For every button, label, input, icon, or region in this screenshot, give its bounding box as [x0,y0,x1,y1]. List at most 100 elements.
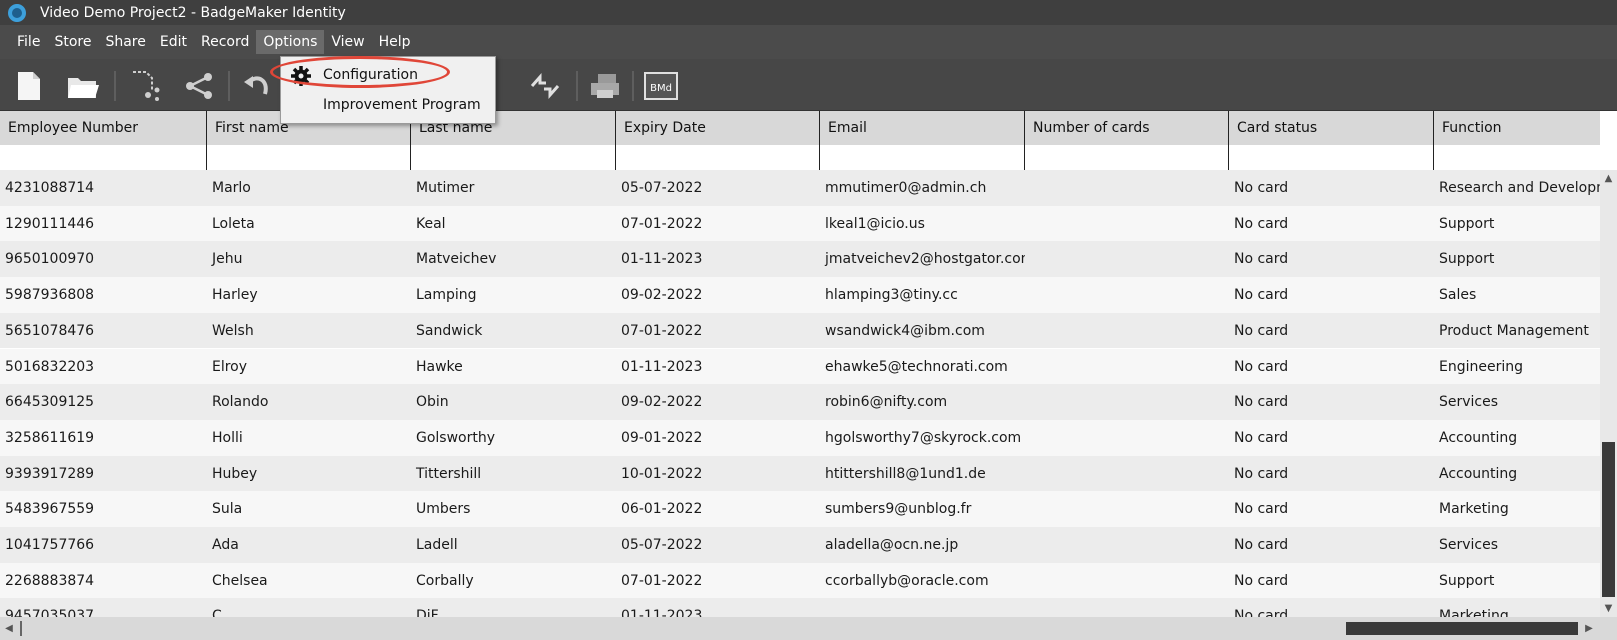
employee-number-cell: 2268883874 [5,572,95,589]
filter-cell[interactable] [820,145,1025,170]
filter-cell[interactable] [1229,145,1434,170]
function-cell: Support [1439,251,1495,268]
menu-record[interactable]: Record [194,30,256,54]
number-of-cards-cell [1025,456,1229,492]
options-dropdown: Configuration Improvement Program [280,56,496,124]
table-row[interactable]: 6645309125 Rolando Obin 09-02-2022 robin6@ni… [0,384,1600,420]
expiry-date-cell: 05-07-2022 [621,537,703,553]
menu-share[interactable]: Share [98,30,152,54]
card-status-cell: No card [1234,215,1289,232]
table-row[interactable]: 5483967559 Sula Umbers 06-01-2022 sumbers9@u… [0,491,1600,527]
function-cell: Marketing [1439,608,1509,617]
card-status-cell: No card [1234,251,1289,268]
filter-cell[interactable] [0,145,207,170]
menu-item-improvement-program[interactable]: Improvement Program [281,91,495,119]
expiry-date-cell: 09-01-2022 [621,429,703,446]
table-row[interactable]: 9393917289 Hubey Tittershill 10-01-2022 htit… [0,455,1600,492]
print-icon[interactable] [588,69,622,103]
number-of-cards-cell [1025,598,1229,617]
filter-row [0,145,1600,170]
scroll-up-icon[interactable]: ▲ [1600,170,1617,187]
app-logo-icon [8,3,26,22]
last-name-cell: Obin [416,394,449,411]
number-of-cards-cell [1025,277,1229,313]
card-status-cell: No card [1234,537,1289,553]
email-cell: robin6@nifty.com [825,394,948,411]
menu-edit[interactable]: Edit [153,30,194,54]
filter-cell[interactable] [207,145,411,170]
toolbar-separator [632,71,634,101]
first-name-cell: Rolando [212,394,269,411]
vertical-scrollbar[interactable]: ▲ ▼ [1600,170,1617,617]
undo-icon[interactable] [240,69,274,103]
table-row[interactable]: 9650100970 Jehu Matveichev 01-11-2023 jmatve… [0,241,1600,278]
table-row[interactable]: 5016832203 Elroy Hawke 01-11-2023 ehawke5@te… [0,348,1600,385]
share-icon[interactable] [182,69,216,103]
sync-icon[interactable] [528,69,562,103]
filter-cell[interactable] [616,145,820,170]
expiry-date-cell: 06-01-2022 [621,501,703,518]
function-cell: Research and Developm [1439,180,1600,196]
new-document-icon[interactable] [12,69,46,103]
last-name-cell: Sandwick [416,322,483,339]
first-name-cell: Elroy [212,358,248,375]
table-row[interactable]: 3258611619 Holli Golsworthy 09-01-2022 hgols… [0,419,1600,456]
scroll-left-icon[interactable]: ◀ [0,617,18,640]
column-header[interactable]: Number of cards [1025,111,1229,145]
last-name-cell: Umbers [416,501,471,518]
column-header[interactable]: Email [820,111,1025,145]
employee-number-cell: 1041757766 [5,537,95,553]
column-header[interactable]: Function [1434,111,1600,145]
employee-number-cell: 1290111446 [5,215,95,232]
filter-cell[interactable] [1434,145,1600,170]
last-name-cell: Keal [416,215,446,232]
expiry-date-cell: 09-02-2022 [621,287,703,304]
table-row[interactable]: 5651078476 Welsh Sandwick 07-01-2022 wsandwi… [0,312,1600,349]
bmd-icon[interactable]: BMd [644,69,678,103]
menu-item-configuration[interactable]: Configuration [281,61,495,89]
menu-options[interactable]: Options [256,30,325,54]
horizontal-scrollbar[interactable]: ◀ ▶ [0,617,1617,640]
menu-view[interactable]: View [324,30,371,54]
employee-number-cell: 9650100970 [5,251,95,268]
horizontal-scroll-thumb[interactable] [1346,622,1578,635]
vertical-scroll-thumb[interactable] [1602,442,1615,597]
filter-cell[interactable] [1025,145,1229,170]
table-row[interactable]: 4231088714 Marlo Mutimer 05-07-2022 mmutimer… [0,170,1600,206]
table-row[interactable]: 5987936808 Harley Lamping 09-02-2022 hlampin… [0,277,1600,313]
first-name-cell: Ada [212,537,239,553]
employee-number-cell: 5651078476 [5,322,95,339]
column-header[interactable]: Expiry Date [616,111,820,145]
first-name-cell: Jehu [212,251,243,268]
employee-table: Employee Number First name Last name Exp… [0,111,1600,617]
table-row[interactable]: 1041757766 Ada Ladell 05-07-2022 aladella@oc… [0,527,1600,563]
email-cell: htittershill8@1und1.de [825,465,986,482]
column-header[interactable]: Card status [1229,111,1434,145]
expiry-date-cell: 09-02-2022 [621,394,703,411]
expiry-date-cell: 01-11-2023 [621,251,703,268]
function-cell: Services [1439,537,1499,553]
email-cell: mmutimer0@admin.ch [825,180,987,196]
column-header[interactable]: Employee Number [0,111,207,145]
last-name-cell: Matveichev [416,251,497,268]
card-status-cell: No card [1234,465,1289,482]
document-share-icon[interactable] [128,69,162,103]
menu-store[interactable]: Store [47,30,98,54]
menu-bar: File Store Share Edit Record Options Vie… [0,25,1617,59]
table-row[interactable]: 1290111446 Loleta Keal 07-01-2022 lkeal1@ici… [0,205,1600,242]
configuration-label: Configuration [323,67,418,83]
open-folder-icon[interactable] [66,69,100,103]
scroll-down-icon[interactable]: ▼ [1600,600,1617,617]
last-name-cell: Corbally [416,572,474,589]
table-row[interactable]: 9457035037 C DiF 01-11-2023 No card Marketing [0,598,1600,617]
menu-help[interactable]: Help [372,30,418,54]
table-row[interactable]: 2268883874 Chelsea Corbally 07-01-2022 ccorb… [0,562,1600,599]
function-cell: Support [1439,215,1495,232]
first-name-cell: Hubey [212,465,258,482]
scroll-right-icon[interactable]: ▶ [1580,617,1598,640]
expiry-date-cell: 01-11-2023 [621,608,703,617]
filter-cell[interactable] [411,145,616,170]
card-status-cell: No card [1234,572,1289,589]
toolbar: BMd [0,59,1617,111]
menu-file[interactable]: File [10,30,47,54]
